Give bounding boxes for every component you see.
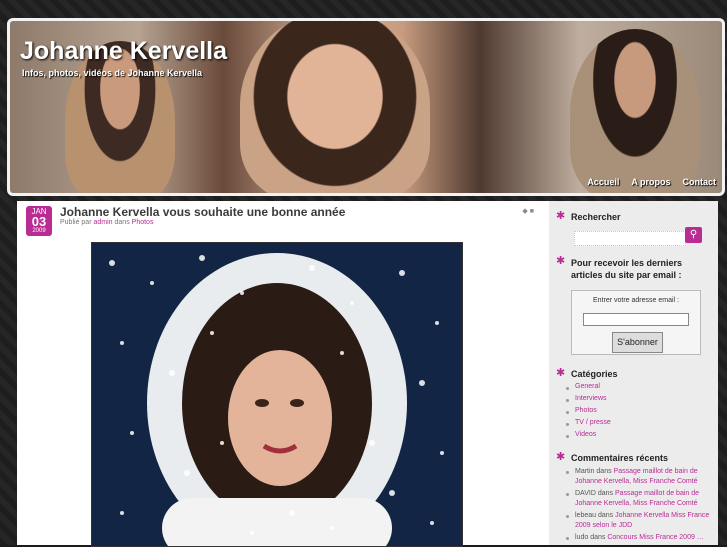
- comment-author: ludo: [575, 534, 589, 541]
- comment-sep: dans: [596, 468, 612, 475]
- list-bullet: [566, 493, 569, 496]
- comment-item: DAVID dans Passage maillot de bain de Jo…: [575, 489, 710, 509]
- post-meta: Publié par admin dans Photos: [60, 219, 153, 226]
- categories-widget-title: Catégories: [571, 369, 618, 379]
- post-meta-mid: dans: [114, 219, 130, 226]
- comment-author: DAVID: [575, 490, 596, 497]
- subscribe-button[interactable]: S'abonner: [612, 332, 663, 353]
- content-area: JAN 03 2009 Johanne Kervella vous souhai…: [17, 201, 718, 547]
- comment-sep: dans: [597, 490, 614, 497]
- list-bullet: [566, 411, 569, 414]
- sidebar: ✱ Rechercher ⚲ ✱ Pour recevoir les derni…: [549, 201, 718, 545]
- site-tagline: Infos, photos, vidéos de Johanne Kervell…: [22, 68, 203, 78]
- comment-sep: dans: [590, 534, 606, 541]
- comment-item: lebeau dans Johanne Kervella Miss France…: [575, 511, 710, 531]
- subscribe-label: Entrer votre adresse email :: [593, 297, 679, 304]
- list-bullet: [566, 471, 569, 474]
- post-meta-prefix: Publié par: [60, 219, 92, 226]
- comment-author: lebeau: [575, 512, 597, 519]
- nav-item-contact[interactable]: Contact: [683, 177, 717, 187]
- print-icon[interactable]: ◆: [522, 208, 527, 215]
- subscribe-widget-title: Pour recevoir les derniers articles du s…: [571, 258, 683, 280]
- post-action-icons: ◆ ■: [522, 207, 534, 215]
- nav-item-accueil[interactable]: Accueil: [587, 177, 619, 187]
- star-icon: ✱: [556, 210, 566, 222]
- list-bullet: [566, 423, 569, 426]
- search-icon: ⚲: [689, 229, 698, 240]
- comments-widget-title: Commentaires récents: [571, 453, 669, 463]
- search-button[interactable]: ⚲: [685, 227, 702, 243]
- post-date-badge: JAN 03 2009: [26, 206, 52, 236]
- list-bullet: [566, 387, 569, 390]
- site-title[interactable]: Johanne Kervella: [20, 37, 227, 66]
- subscribe-box: Entrer votre adresse email : S'abonner: [571, 290, 701, 355]
- star-icon: ✱: [556, 367, 566, 379]
- list-bullet: [566, 435, 569, 438]
- list-bullet: [566, 515, 569, 518]
- comment-post-link[interactable]: Johanne Kervella Miss France 2009 selon …: [575, 512, 709, 529]
- search-input[interactable]: [574, 231, 686, 246]
- site-header: Johanne Kervella Infos, photos, vidéos d…: [7, 18, 725, 196]
- list-bullet: [566, 399, 569, 402]
- post-title[interactable]: Johanne Kervella vous souhaite une bonne…: [60, 205, 345, 219]
- post-date-year: 2009: [32, 228, 46, 234]
- main-column: JAN 03 2009 Johanne Kervella vous souhai…: [17, 201, 549, 547]
- post-photo[interactable]: [91, 242, 463, 547]
- category-link-interviews[interactable]: Interviews: [575, 395, 607, 402]
- header-photo-center: [240, 21, 430, 193]
- category-link-photos[interactable]: Photos: [575, 407, 597, 414]
- comment-sep: dans: [597, 512, 614, 519]
- post-date-day: 03: [31, 214, 47, 229]
- main-nav: Accueil A propos Contact: [587, 177, 716, 187]
- star-icon: ✱: [556, 255, 566, 267]
- comment-post-link[interactable]: Passage maillot de bain de Johanne Kerve…: [575, 468, 698, 485]
- category-link-videos[interactable]: Videos: [575, 431, 596, 438]
- star-icon: ✱: [556, 451, 566, 463]
- photo-illustration: [92, 243, 462, 546]
- comment-post-link[interactable]: Concours Miss France 2009 …: [607, 534, 703, 541]
- post-author-link[interactable]: admin: [93, 219, 112, 226]
- email-field[interactable]: [583, 313, 689, 326]
- post-category-link[interactable]: Photos: [132, 219, 154, 226]
- category-link-general[interactable]: General: [575, 383, 600, 390]
- category-link-tv-presse[interactable]: TV / presse: [575, 419, 611, 426]
- comment-item: ludo dans Concours Miss France 2009 …: [575, 533, 710, 543]
- list-bullet: [566, 537, 569, 540]
- nav-item-a-propos[interactable]: A propos: [631, 177, 670, 187]
- search-widget-title: Rechercher: [571, 212, 621, 222]
- comment-author: Martin: [575, 468, 595, 475]
- comment-item: Martin dans Passage maillot de bain de J…: [575, 467, 710, 487]
- header-photo-right: [570, 29, 700, 193]
- email-icon[interactable]: ■: [530, 208, 534, 215]
